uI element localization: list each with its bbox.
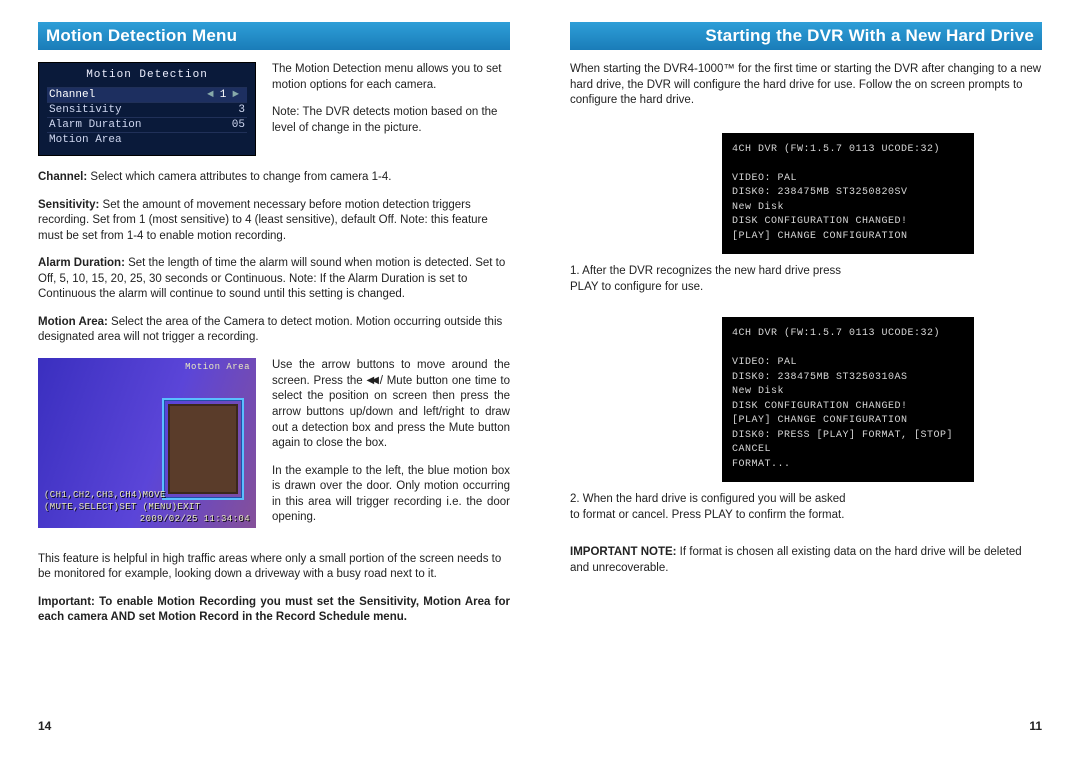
terminal-caption-1: 1. After the DVR recognizes the new hard… — [570, 264, 850, 295]
example-text: In the example to the left, the blue mot… — [272, 464, 510, 526]
important-note-right: IMPORTANT NOTE: If format is chosen all … — [570, 545, 1042, 576]
motion-area-caption-1: (CH1,CH2,CH3,CH4)MOVE — [44, 490, 166, 500]
intro-text-1: The Motion Detection menu allows you to … — [272, 62, 510, 93]
menu-row-channel-label: Channel — [49, 89, 95, 101]
helpful-text: This feature is helpful in high traffic … — [38, 552, 510, 583]
right-arrow-icon: ► — [226, 89, 245, 101]
def-sensitivity: Sensitivity: Set the amount of movement … — [38, 198, 510, 245]
menu-title: Motion Detection — [47, 69, 247, 81]
motion-detection-menu-screenshot: Motion Detection Channel ◄1► Sensitivity… — [38, 62, 256, 156]
arrow-instructions: Use the arrow buttons to move around the… — [272, 358, 510, 452]
section-header-right: Starting the DVR With a New Hard Drive — [570, 22, 1042, 50]
terminal-screenshot-2: 4CH DVR (FW:1.5.7 0113 UCODE:32) VIDEO: … — [722, 317, 974, 482]
important-note-left: Important: To enable Motion Recording yo… — [38, 595, 510, 626]
menu-row-sensitivity-value: 3 — [238, 104, 245, 116]
def-channel: Channel: Select which camera attributes … — [38, 170, 510, 186]
def-motion-area: Motion Area: Select the area of the Came… — [38, 315, 510, 346]
motion-detection-box — [162, 398, 244, 500]
section-header-left: Motion Detection Menu — [38, 22, 510, 50]
motion-area-caption-2: (MUTE,SELECT)SET (MENU)EXIT — [44, 502, 201, 512]
menu-row-alarm-value: 05 — [232, 119, 245, 131]
motion-area-timestamp: 2009/02/25 11:34:04 — [140, 514, 250, 524]
terminal-caption-2: 2. When the hard drive is configured you… — [570, 492, 850, 523]
page-number-left: 14 — [38, 719, 51, 733]
motion-area-screenshot: Motion Area (CH1,CH2,CH3,CH4)MOVE (MUTE,… — [38, 358, 256, 528]
terminal-screenshot-1: 4CH DVR (FW:1.5.7 0113 UCODE:32) VIDEO: … — [722, 133, 974, 255]
intro-text-2: Note: The DVR detects motion based on th… — [272, 105, 510, 136]
menu-row-area-label: Motion Area — [49, 134, 122, 146]
left-arrow-icon: ◄ — [201, 89, 220, 101]
left-page: Motion Detection Menu Motion Detection C… — [0, 0, 540, 763]
page-number-right: 11 — [1029, 719, 1042, 733]
menu-row-alarm-label: Alarm Duration — [49, 119, 141, 131]
right-intro: When starting the DVR4-1000™ for the fir… — [570, 62, 1042, 109]
right-page: Starting the DVR With a New Hard Drive W… — [540, 0, 1080, 763]
menu-row-sensitivity-label: Sensitivity — [49, 104, 122, 116]
rewind-icon — [367, 373, 376, 389]
motion-area-title: Motion Area — [185, 362, 250, 372]
def-alarm-duration: Alarm Duration: Set the length of time t… — [38, 256, 510, 303]
